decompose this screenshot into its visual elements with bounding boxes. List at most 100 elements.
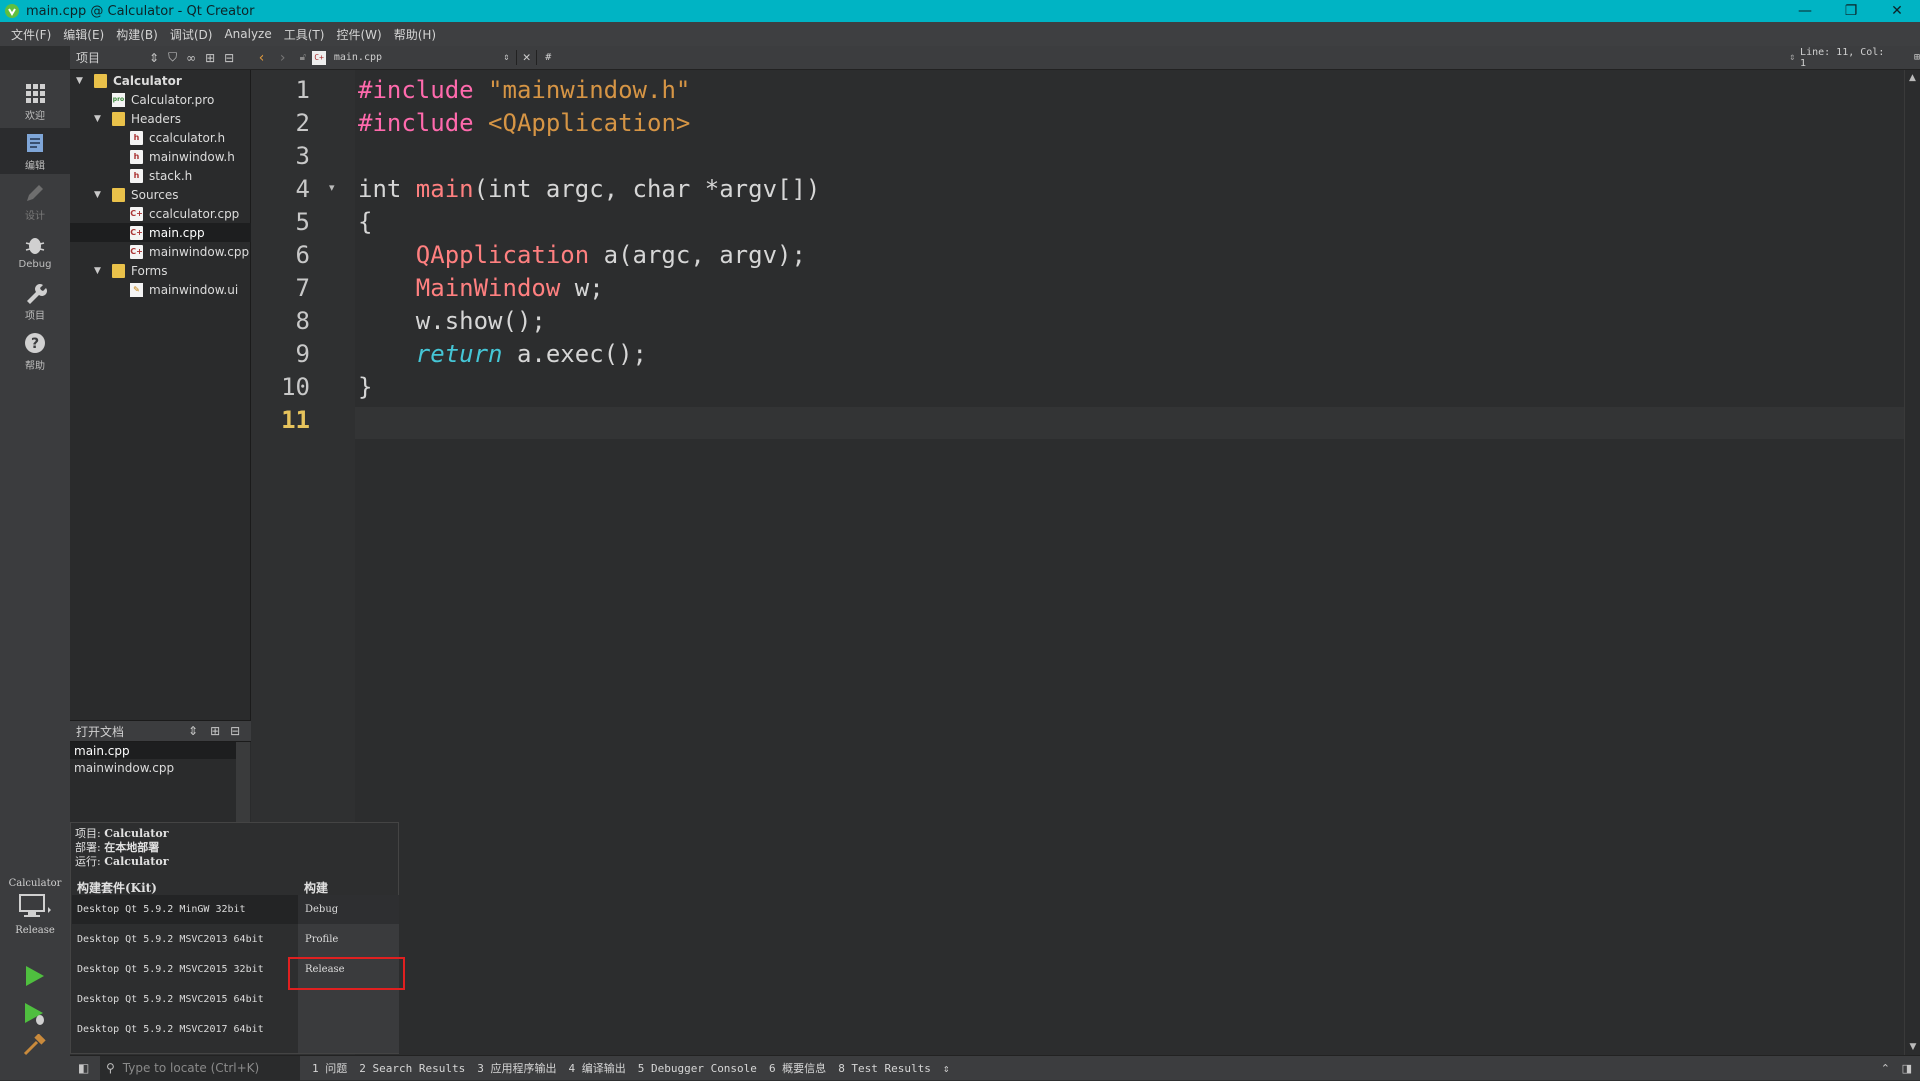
- scroll-up-icon[interactable]: ▲: [1905, 70, 1920, 86]
- kit-option[interactable]: Desktop Qt 5.9.2 MinGW 32bit: [72, 895, 298, 924]
- menu-file[interactable]: 文件(F): [6, 26, 56, 43]
- projects-view-selector[interactable]: 项目: [76, 49, 140, 66]
- menu-analyze[interactable]: Analyze: [219, 27, 276, 41]
- editor-scrollbar[interactable]: ▲ ▼: [1904, 70, 1920, 1055]
- tree-item[interactable]: C+ mainwindow.cpp: [70, 242, 251, 261]
- tree-item[interactable]: h stack.h: [70, 166, 251, 185]
- output-tab-test-results[interactable]: 8 Test Results: [838, 1062, 931, 1075]
- mode-edit[interactable]: 编辑: [0, 128, 70, 174]
- menu-edit[interactable]: 编辑(E): [58, 26, 109, 43]
- code-token: int: [358, 175, 416, 203]
- link-icon[interactable]: ∞: [186, 51, 196, 65]
- locator-input[interactable]: ⚲ Type to locate (Ctrl+K): [100, 1055, 300, 1081]
- code-line[interactable]: MainWindow w;: [358, 274, 604, 307]
- mode-projects[interactable]: 项目: [0, 278, 70, 324]
- toggle-right-sidebar-icon[interactable]: ◨: [1902, 1062, 1912, 1075]
- menu-help[interactable]: 帮助(H): [389, 26, 441, 43]
- scroll-down-icon[interactable]: ▼: [1905, 1039, 1920, 1055]
- code-line[interactable]: }: [358, 373, 372, 406]
- open-document-item[interactable]: mainwindow.cpp: [70, 759, 236, 776]
- code-token: MainWindow: [415, 274, 561, 302]
- mode-help[interactable]: ? 帮助: [0, 328, 70, 374]
- cpp-file-icon: C+: [312, 50, 326, 65]
- updown-icon[interactable]: ⇕: [188, 724, 198, 738]
- tree-item[interactable]: ▼ Forms: [70, 261, 251, 280]
- tree-item-label: mainwindow.cpp: [149, 244, 250, 259]
- cursor-position[interactable]: Line: 11, Col: 1: [1800, 47, 1896, 69]
- expand-arrow-icon[interactable]: ▼: [94, 190, 104, 200]
- build-config-option[interactable]: Debug: [298, 895, 399, 924]
- minimize-button[interactable]: —: [1782, 0, 1828, 22]
- split-icon[interactable]: ⊞: [210, 724, 220, 738]
- updown-icon[interactable]: ⇕: [943, 1062, 950, 1075]
- output-tab-compile-output[interactable]: 4 编译输出: [568, 1060, 625, 1076]
- target-config-name: Release: [15, 925, 55, 936]
- code-editor[interactable]: [355, 70, 1904, 1055]
- kit-option[interactable]: Desktop Qt 5.9.2 MSVC2017 64bit: [72, 1015, 298, 1044]
- fold-marker-icon[interactable]: ▾: [329, 181, 335, 194]
- code-line[interactable]: QApplication a(argc, argv);: [358, 241, 806, 274]
- tree-item[interactable]: C+ ccalculator.cpp: [70, 204, 251, 223]
- tree-item[interactable]: ✎ mainwindow.ui: [70, 280, 251, 299]
- tree-item[interactable]: ▼ Sources: [70, 185, 251, 204]
- tree-item[interactable]: ▼ Calculator: [70, 71, 251, 90]
- expand-arrow-icon[interactable]: ▼: [76, 76, 86, 86]
- restore-button[interactable]: ❐: [1828, 0, 1874, 22]
- menu-widgets[interactable]: 控件(W): [331, 26, 386, 43]
- close-pane-icon[interactable]: ⊟: [224, 51, 234, 65]
- kit-option[interactable]: Desktop Qt 5.9.2 MSVC2015 32bit: [72, 955, 298, 984]
- split-icon[interactable]: ⊞: [205, 51, 215, 65]
- output-tab-issues[interactable]: 1 问题: [312, 1060, 347, 1076]
- code-line[interactable]: {: [358, 208, 372, 241]
- output-tab-application-output[interactable]: 3 应用程序输出: [477, 1060, 556, 1076]
- expand-arrow-icon[interactable]: ▼: [94, 266, 104, 276]
- output-tab-search-results[interactable]: 2 Search Results: [359, 1062, 465, 1075]
- close-window-button[interactable]: ✕: [1874, 0, 1920, 22]
- tree-item[interactable]: pro Calculator.pro: [70, 90, 251, 109]
- close-pane-icon[interactable]: ⊟: [230, 724, 240, 738]
- debug-run-button[interactable]: [0, 996, 70, 1032]
- line-number: 7: [295, 274, 310, 302]
- mode-welcome[interactable]: 欢迎: [0, 78, 70, 124]
- filter-icon[interactable]: ⛉: [168, 50, 177, 65]
- code-line[interactable]: int main(int argc, char *argv[]): [358, 175, 820, 208]
- menu-build[interactable]: 构建(B): [111, 26, 163, 43]
- code-token: w;: [560, 274, 604, 302]
- panel-up-icon[interactable]: ⌃: [1881, 1062, 1890, 1075]
- code-line[interactable]: return a.exec();: [358, 340, 647, 373]
- split-editor-icon[interactable]: ⊞: [1914, 52, 1920, 63]
- expand-arrow-icon[interactable]: ▼: [94, 114, 104, 124]
- output-tab-debugger-console[interactable]: 5 Debugger Console: [638, 1062, 757, 1075]
- updown-icon[interactable]: ⇕: [497, 52, 516, 63]
- toggle-sidebar-icon[interactable]: ◧: [78, 1061, 89, 1075]
- menu-debug[interactable]: 调试(D): [165, 26, 218, 43]
- output-tab-general-messages[interactable]: 6 概要信息: [769, 1060, 826, 1076]
- tree-item[interactable]: C+ main.cpp: [70, 223, 251, 242]
- tree-item[interactable]: h mainwindow.h: [70, 147, 251, 166]
- run-button[interactable]: [0, 958, 70, 994]
- code-line[interactable]: w.show();: [358, 307, 546, 340]
- code-token: a(argc, argv);: [589, 241, 806, 269]
- open-documents-title[interactable]: 打开文档: [76, 723, 188, 740]
- updown-icon[interactable]: ⇕: [149, 51, 159, 65]
- tree-item[interactable]: ▼ Headers: [70, 109, 251, 128]
- open-documents-scrollbar[interactable]: [236, 742, 250, 822]
- mode-debug[interactable]: Debug: [0, 228, 70, 274]
- symbol-selector[interactable]: #: [537, 52, 1784, 63]
- forward-arrow-icon[interactable]: ›: [272, 50, 293, 66]
- code-line[interactable]: #include <QApplication>: [358, 109, 690, 142]
- kit-option[interactable]: Desktop Qt 5.9.2 MSVC2013 64bit: [72, 925, 298, 954]
- tree-item[interactable]: h ccalculator.h: [70, 128, 251, 147]
- kit-option[interactable]: Desktop Qt 5.9.2 MSVC2015 64bit: [72, 985, 298, 1014]
- file-selector[interactable]: main.cpp: [334, 52, 497, 63]
- kit-target-selector[interactable]: Calculator Release: [0, 870, 70, 950]
- build-config-option[interactable]: Profile: [298, 925, 399, 954]
- build-button[interactable]: [0, 1034, 70, 1056]
- code-line[interactable]: #include "mainwindow.h": [358, 76, 690, 109]
- mode-design[interactable]: 设计: [0, 178, 70, 224]
- menu-tools[interactable]: 工具(T): [279, 26, 330, 43]
- back-arrow-icon[interactable]: ‹: [251, 50, 272, 66]
- open-document-item[interactable]: main.cpp: [70, 742, 236, 759]
- close-document-icon[interactable]: ✕: [516, 50, 538, 65]
- project-file-icon: pro: [112, 92, 125, 107]
